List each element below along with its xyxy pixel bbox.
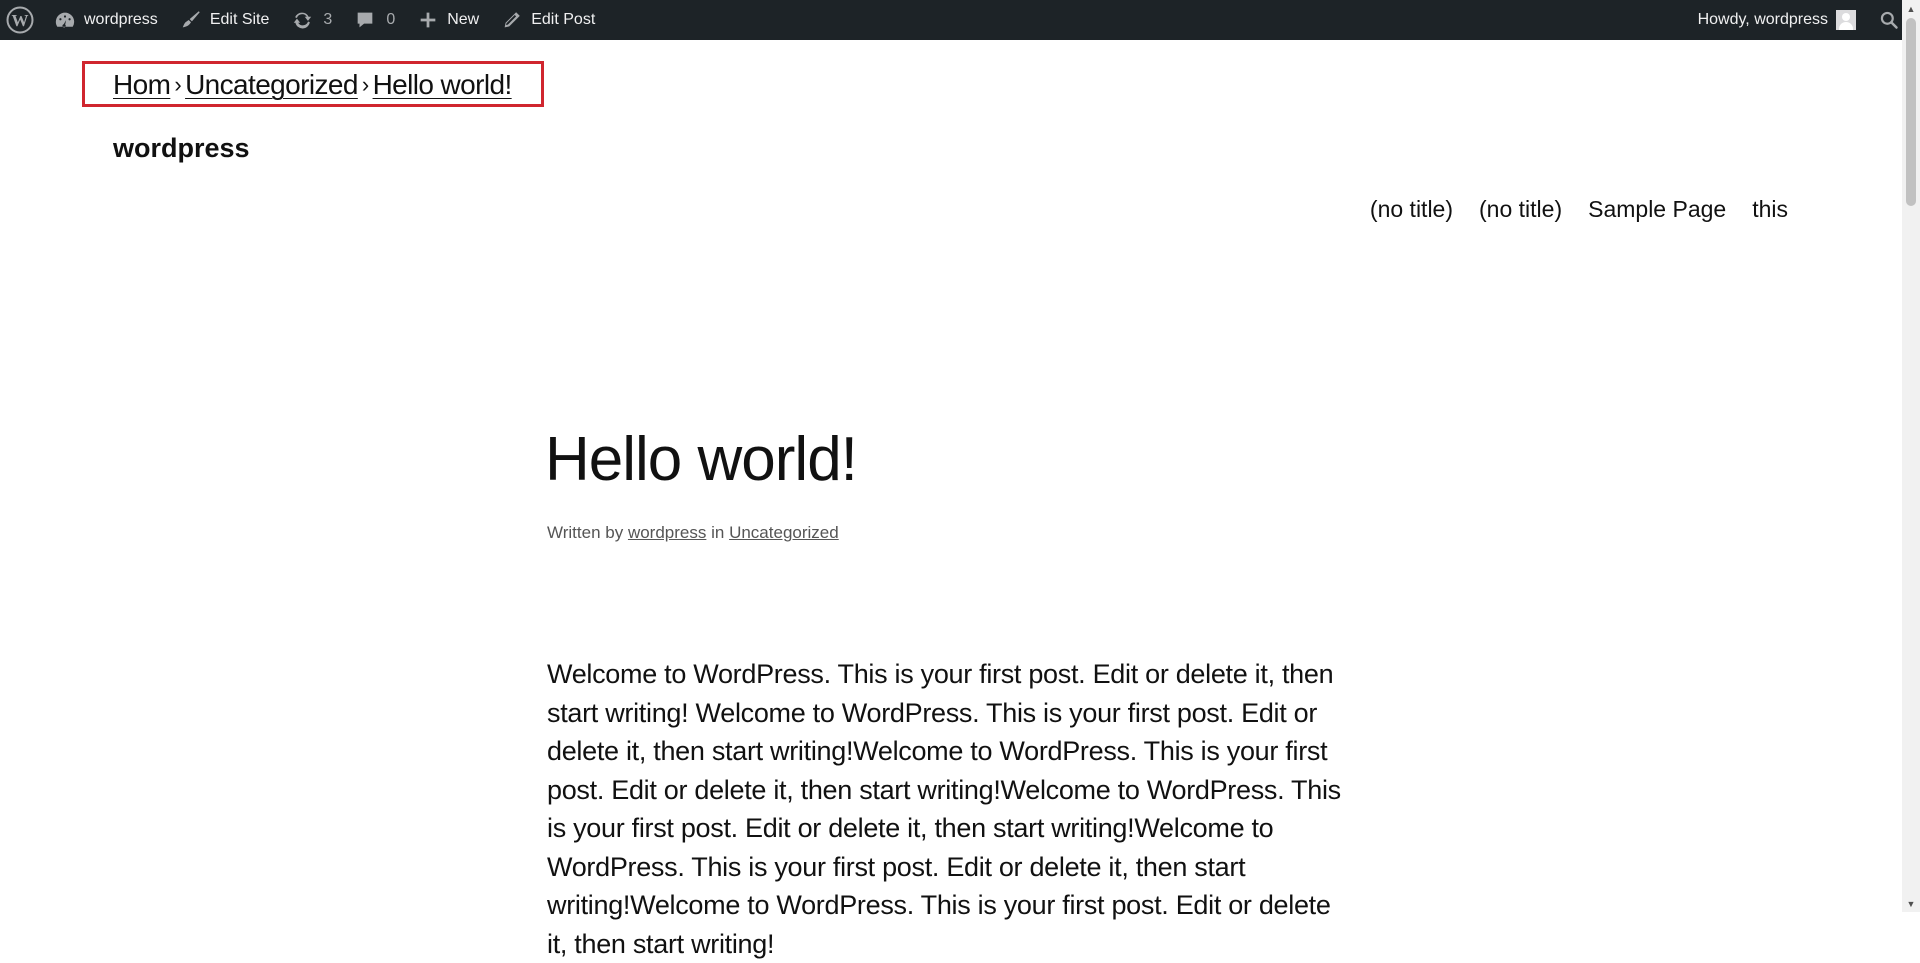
site-name-button[interactable]: wordpress [42,0,168,40]
scroll-thumb[interactable] [1906,18,1916,206]
edit-post-button[interactable]: Edit Post [489,0,605,40]
post-title: Hello world! [545,425,858,494]
scroll-down-arrow-icon[interactable]: ▼ [1902,895,1920,912]
nav-item-no-title-1[interactable]: (no title) [1370,196,1453,223]
admin-search-button[interactable] [1874,0,1904,40]
comments-count: 0 [386,11,396,28]
primary-navigation: (no title) (no title) Sample Page this [1344,196,1788,223]
brush-icon [178,7,204,33]
updates-count: 3 [323,11,333,28]
meta-written-by: Written by [547,523,624,542]
pencil-icon [499,7,525,33]
comment-icon [352,7,378,33]
account-menu[interactable]: Howdy, wordpress [1688,10,1866,30]
breadcrumb: Hom › Uncategorized › Hello world! [113,67,512,103]
admin-bar-right: Howdy, wordpress [1688,0,1904,40]
breadcrumb-current-link[interactable]: Hello world! [373,69,513,101]
edit-site-label: Edit Site [209,11,270,28]
breadcrumb-home-link[interactable]: Hom [113,69,171,101]
scroll-up-arrow-icon[interactable]: ▲ [1902,0,1920,17]
author-link[interactable]: wordpress [628,523,706,542]
nav-item-no-title-2[interactable]: (no title) [1479,196,1562,223]
new-content-button[interactable]: New [405,0,489,40]
post-meta: Written by wordpress in Uncategorized [547,523,839,543]
admin-bar: W wordpress Edit Site 3 0 New Edit Post … [0,0,1920,40]
avatar [1836,10,1856,30]
post-content: Welcome to WordPress. This is your first… [547,659,1341,959]
comments-button[interactable]: 0 [342,0,405,40]
update-icon [289,7,315,33]
breadcrumb-separator: › [361,72,369,97]
site-title[interactable]: wordpress [113,133,250,164]
wordpress-logo-button[interactable]: W [0,0,42,40]
svg-text:W: W [12,11,29,30]
howdy-label: Howdy, wordpress [1697,11,1828,28]
nav-item-this[interactable]: this [1752,196,1788,223]
site-name-label: wordpress [84,11,158,28]
breadcrumb-category-link[interactable]: Uncategorized [185,69,358,101]
page-scrollbar[interactable]: ▲ ▼ [1902,0,1920,912]
updates-button[interactable]: 3 [279,0,342,40]
nav-item-sample-page[interactable]: Sample Page [1588,196,1726,223]
meta-in: in [711,523,725,542]
search-icon [1880,11,1898,29]
plus-icon [415,7,441,33]
edit-post-label: Edit Post [531,11,596,28]
new-label: New [447,11,480,28]
edit-site-button[interactable]: Edit Site [168,0,280,40]
wordpress-logo-icon: W [6,6,34,34]
category-link[interactable]: Uncategorized [729,523,839,542]
dashboard-icon [52,7,78,33]
breadcrumb-separator: › [174,72,182,97]
admin-bar-left: W wordpress Edit Site 3 0 New Edit Post [0,0,605,40]
